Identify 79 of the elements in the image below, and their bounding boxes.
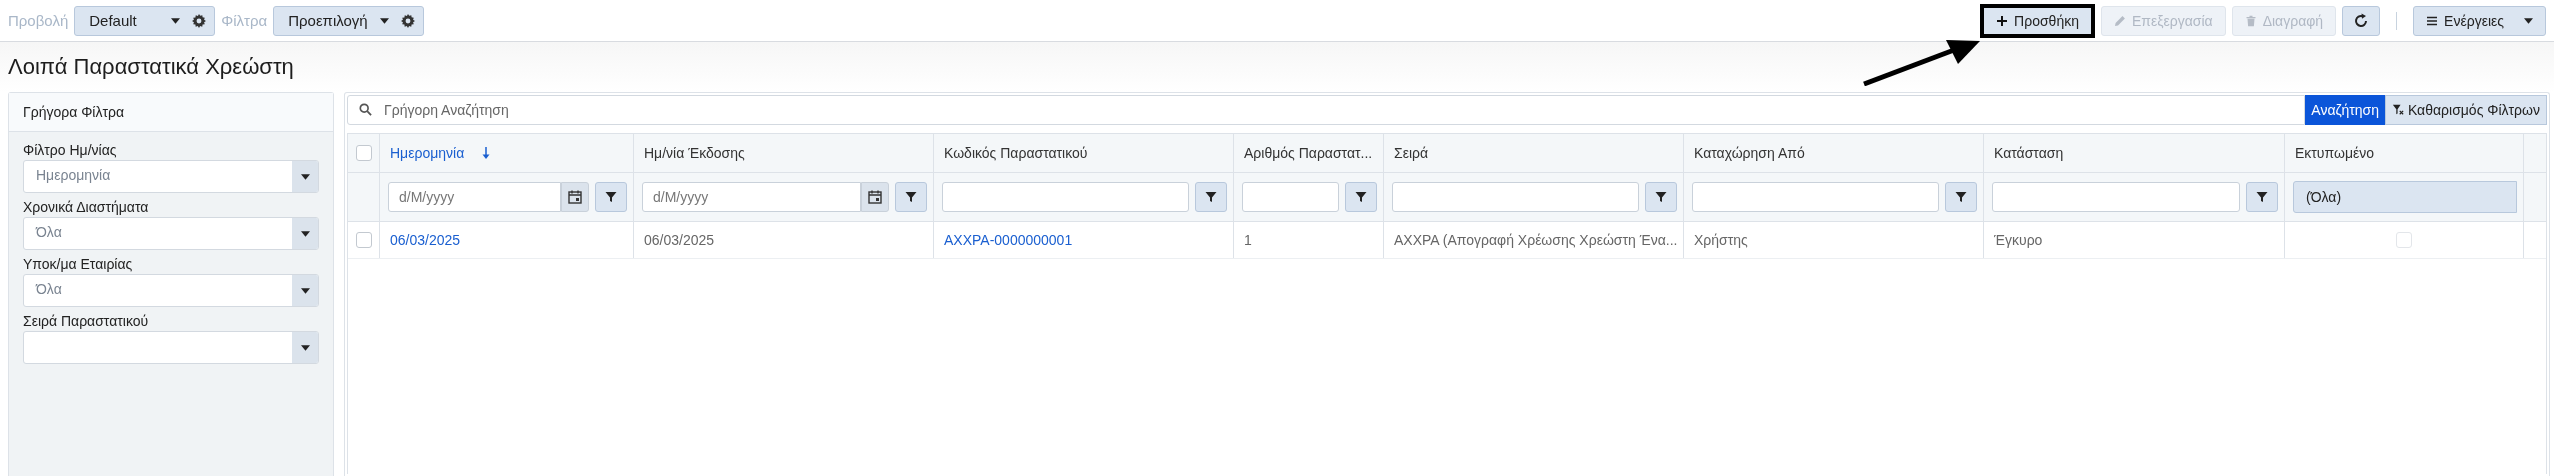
column-header[interactable]: Αριθμός Παραστατ... [1244, 145, 1373, 161]
refresh-button[interactable] [2342, 5, 2381, 36]
filter-button[interactable] [595, 182, 627, 212]
filter-icon [605, 191, 617, 203]
table-cell: 06/03/2025 [644, 232, 715, 248]
filter-button[interactable] [1645, 182, 1677, 212]
caret-icon [300, 230, 310, 237]
sort-arrow-icon [482, 147, 491, 159]
menu-icon [2426, 14, 2439, 27]
calendar-button[interactable] [861, 182, 889, 212]
plus-icon [1996, 14, 2009, 27]
filter-icon [1205, 191, 1217, 203]
filter-select[interactable]: Όλα [23, 274, 319, 307]
page-title: Λοιπά Παραστατικά Χρεώστη [8, 54, 294, 80]
filter-button[interactable] [2246, 182, 2278, 212]
column-header[interactable]: Εκτυπωμένο [2295, 145, 2374, 161]
table-cell: 1 [1244, 232, 1252, 248]
table-cell: ΑΧΧΡΑ (Απογραφή Χρέωσης Χρεώστη Ένα... [1394, 232, 1678, 248]
table-cell: Χρήστης [1694, 232, 1748, 248]
filter-icon [2256, 191, 2268, 203]
column-header[interactable]: Σειρά [1394, 145, 1429, 161]
filter-label: Υποκ/μα Εταιρίας [23, 256, 134, 272]
filter-button[interactable] [1345, 182, 1377, 212]
filter-button[interactable] [1195, 182, 1227, 212]
trash-icon [2244, 14, 2257, 27]
filter-icon [1355, 191, 1367, 203]
search-icon [359, 103, 372, 116]
gear-icon[interactable] [192, 13, 207, 28]
date-filter-field[interactable]: d/M/yyyy [388, 182, 561, 212]
column-header[interactable]: Κωδικός Παραστατικού [944, 145, 1088, 161]
refresh-icon [2353, 12, 2370, 29]
add-button[interactable]: Προσθήκη [1980, 3, 2095, 38]
panel-title: Γρήγορα Φίλτρα [23, 104, 125, 120]
clear-filters-button[interactable]: Καθαρισμός Φίλτρων [2384, 95, 2547, 125]
calendar-icon [568, 190, 582, 204]
search-button[interactable]: Αναζήτηση [2305, 95, 2385, 125]
search-field[interactable]: Γρήγορη Αναζήτηση [347, 95, 2306, 125]
row-checkbox[interactable] [355, 232, 372, 248]
calendar-icon [868, 190, 882, 204]
pencil-icon [2113, 14, 2126, 27]
text-filter-field[interactable] [1692, 182, 1939, 212]
cell-link[interactable]: ΑΧΧΡΑ-0000000001 [944, 232, 1073, 248]
caret-icon [300, 344, 310, 351]
date-filter-field[interactable]: d/M/yyyy [642, 182, 861, 212]
calendar-button[interactable] [561, 182, 589, 212]
caret-icon [379, 17, 389, 24]
filter-label: Φίλτρο Ημ/νίας [23, 142, 118, 158]
filters-label: Φίλτρα [221, 12, 268, 29]
caret-icon [2524, 17, 2533, 24]
filter-label: Χρονικά Διαστήματα [23, 199, 150, 215]
select-all-checkbox[interactable] [355, 145, 372, 161]
filter-select[interactable]: Ημερομηνία [23, 160, 319, 193]
column-header[interactable]: Ημερομηνία [390, 145, 465, 161]
filter-button[interactable] [1945, 182, 1977, 212]
column-header[interactable]: Καταχώρηση Από [1694, 145, 1805, 161]
view-label: Προβολή [8, 12, 69, 29]
view-dropdown[interactable]: Default [74, 5, 216, 36]
text-filter-field[interactable] [1392, 182, 1639, 212]
caret-icon [300, 173, 310, 180]
filter-icon [1955, 191, 1967, 203]
filter-select[interactable]: Όλα [23, 217, 319, 250]
filter-clear-icon [2391, 104, 2404, 116]
text-filter-field[interactable] [1242, 182, 1339, 212]
gear-icon[interactable] [400, 13, 415, 28]
filter-label: Σειρά Παραστατικού [23, 313, 150, 329]
caret-icon [300, 287, 310, 294]
filter-icon [1655, 191, 1667, 203]
table-cell: Έγκυρο [1994, 232, 2043, 248]
actions-menu-button[interactable]: Ενέργειες [2413, 5, 2546, 36]
caret-icon [171, 17, 181, 24]
filter-icon [905, 191, 917, 203]
column-header[interactable]: Κατάσταση [1994, 145, 2064, 161]
cell-link[interactable]: 06/03/2025 [390, 232, 461, 248]
text-filter-field[interactable] [942, 182, 1189, 212]
column-header[interactable]: Ημ/νία Έκδοσης [644, 145, 745, 161]
text-filter-field[interactable] [1992, 182, 2240, 212]
filter-select[interactable]: (Όλα) [2293, 181, 2517, 213]
filters-dropdown[interactable]: Προεπιλογή [273, 5, 424, 36]
filter-button[interactable] [895, 182, 927, 212]
